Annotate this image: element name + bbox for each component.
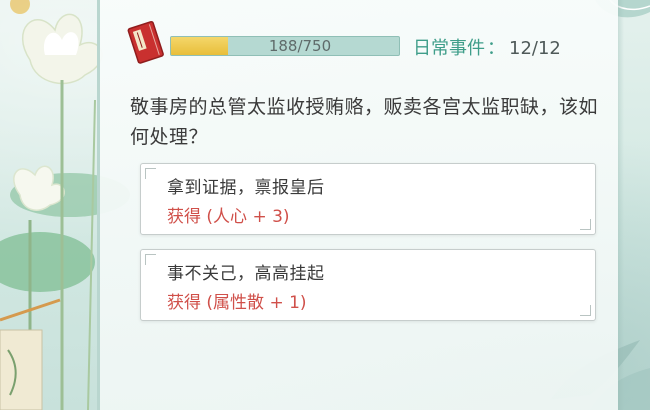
event-type-label: 日常事件 <box>413 38 485 59</box>
event-counter: 日常事件： 12/12 <box>413 34 561 60</box>
event-count: 12/12 <box>509 38 561 59</box>
book-icon <box>127 20 164 64</box>
event-progress-bar: 188/750 <box>170 36 400 56</box>
event-separator: ： <box>487 38 505 59</box>
progress-text: 188/750 <box>268 37 332 55</box>
option-reward: 获得 (人心 + 3) <box>167 207 290 227</box>
option-title: 拿到证据，禀报皇后 <box>167 178 325 198</box>
option-reward: 获得 (属性散 + 1) <box>167 293 307 313</box>
option-report-to-empress[interactable]: 拿到证据，禀报皇后 获得 (人心 + 3) <box>140 163 596 235</box>
option-ignore[interactable]: 事不关己，高高挂起 获得 (属性散 + 1) <box>140 249 596 321</box>
event-question: 敬事房的总管太监收授贿赂，贩卖各宫太监职缺，该如何处理？ <box>130 96 599 148</box>
option-title: 事不关己，高高挂起 <box>167 264 325 284</box>
